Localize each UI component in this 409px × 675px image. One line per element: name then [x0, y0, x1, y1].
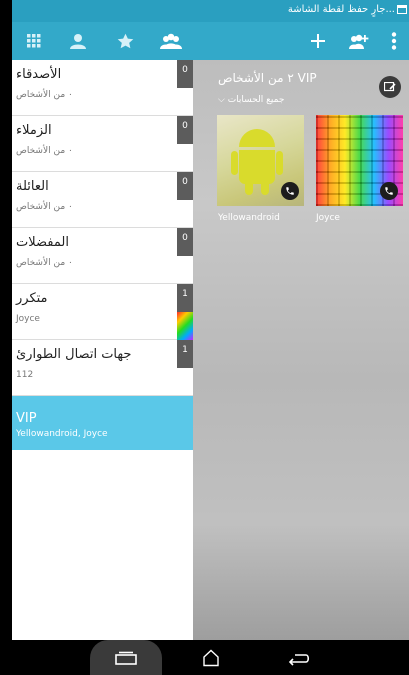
chevron-down-icon: ⌵ [218, 95, 225, 105]
group-item-family[interactable]: العائلة ٠ من الأشخاص 0 [12, 172, 193, 228]
group-item-favorites[interactable]: المفضلات ٠ من الأشخاص 0 [12, 228, 193, 284]
count-badge: 0 [177, 228, 193, 256]
android-figure [231, 129, 283, 195]
group-subtitle: ٠ من الأشخاص [16, 258, 73, 268]
app-frame: جارٍ حفظ لقطة الشاشة... الأصدقاء ٠ من ال… [12, 0, 409, 675]
contact-card-joyce[interactable] [316, 115, 403, 206]
group-detail-panel: ٢ من الأشخاص VIP ⌵ جميع الحسابات Yellowa… [193, 60, 409, 640]
edit-icon [384, 82, 396, 92]
count-badge: 0 [177, 60, 193, 88]
apps-grid-icon[interactable] [18, 22, 50, 60]
group-name: العائلة [16, 179, 49, 194]
action-bar [12, 22, 409, 60]
phone-icon[interactable] [380, 182, 398, 200]
group-subtitle: ٠ من الأشخاص [16, 146, 73, 156]
screenshot-icon [397, 5, 407, 14]
contact-name: Joyce [316, 213, 340, 223]
person-icon[interactable] [62, 22, 94, 60]
group-item-friends[interactable]: الأصدقاء ٠ من الأشخاص 0 [12, 60, 193, 116]
account-filter-label: جميع الحسابات [227, 95, 285, 105]
group-item-emergency[interactable]: جهات اتصال الطوارئ 112 1 [12, 340, 193, 396]
count-badge: 1 [177, 340, 193, 368]
status-bar: جارٍ حفظ لقطة الشاشة... [12, 0, 409, 22]
recent-apps-icon[interactable] [111, 640, 141, 675]
edit-group-button[interactable] [379, 76, 401, 98]
group-name: متكرر [16, 291, 48, 306]
contact-name: Yellowandroid [218, 213, 280, 223]
group-name: جهات اتصال الطوارئ [16, 347, 132, 362]
group-item-colleagues[interactable]: الزملاء ٠ من الأشخاص 0 [12, 116, 193, 172]
group-list: الأصدقاء ٠ من الأشخاص 0 الزملاء ٠ من الأ… [12, 60, 193, 640]
group-subtitle: ٠ من الأشخاص [16, 90, 73, 100]
count-badge: 1 [177, 284, 193, 312]
contact-thumbnail [177, 312, 193, 340]
back-icon[interactable] [284, 640, 314, 675]
group-name: المفضلات [16, 235, 69, 250]
home-icon[interactable] [196, 640, 226, 675]
group-subtitle: Joyce [16, 314, 40, 324]
group-name: الأصدقاء [16, 67, 62, 82]
overflow-menu-icon[interactable] [378, 22, 409, 60]
group-item-vip[interactable]: VIP Yellowandroid, Joyce [12, 396, 193, 450]
add-group-icon[interactable] [343, 22, 375, 60]
status-text: جارٍ حفظ لقطة الشاشة... [287, 4, 395, 15]
count-badge: 0 [177, 172, 193, 200]
count-badge: 0 [177, 116, 193, 144]
group-subtitle: 112 [16, 370, 34, 380]
group-item-frequent[interactable]: متكرر Joyce 1 [12, 284, 193, 340]
group-subtitle: ٠ من الأشخاص [16, 202, 73, 212]
group-name: VIP [16, 411, 37, 426]
phone-icon[interactable] [281, 182, 299, 200]
group-title: ٢ من الأشخاص VIP [218, 71, 317, 85]
group-subtitle: Yellowandroid, Joyce [16, 429, 108, 439]
add-icon[interactable] [302, 22, 334, 60]
contact-card-yellowandroid[interactable] [217, 115, 304, 206]
navigation-bar [12, 640, 409, 675]
account-filter-dropdown[interactable]: ⌵ جميع الحسابات [218, 95, 284, 105]
group-name: الزملاء [16, 123, 52, 138]
groups-icon[interactable] [155, 22, 187, 60]
star-icon[interactable] [109, 22, 141, 60]
